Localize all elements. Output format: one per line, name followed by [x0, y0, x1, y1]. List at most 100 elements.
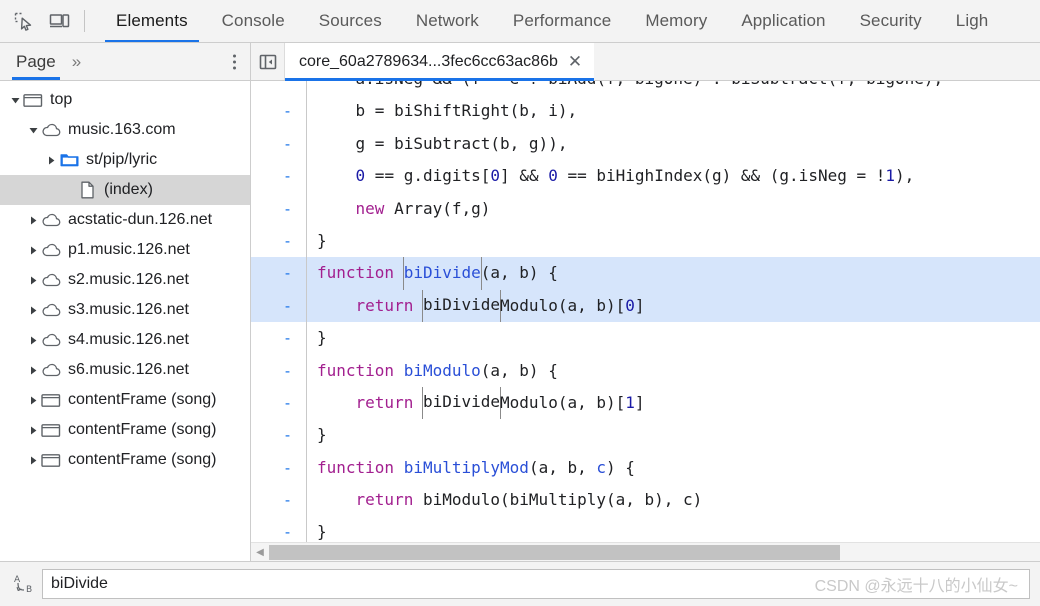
- editor-file-tab[interactable]: core_60a2789634...3fec6cc63ac86b ✕: [285, 43, 595, 81]
- close-icon[interactable]: ✕: [568, 53, 582, 70]
- tree-item[interactable]: contentFrame (song): [0, 445, 250, 475]
- code-token: return: [355, 490, 414, 510]
- line-marker[interactable]: -: [251, 81, 307, 96]
- tab-label: Sources: [318, 11, 382, 30]
- device-toolbar-icon[interactable]: [46, 8, 72, 34]
- code-token: }: [317, 425, 327, 445]
- line-marker[interactable]: -: [251, 160, 307, 193]
- tab-sources[interactable]: Sources: [302, 0, 399, 42]
- line-marker[interactable]: -: [251, 516, 307, 542]
- navigator-overflow-icon[interactable]: »: [71, 51, 82, 72]
- line-marker[interactable]: -: [251, 419, 307, 452]
- toolbar-icon-group: [0, 0, 99, 42]
- line-marker[interactable]: -: [251, 322, 307, 355]
- line-marker[interactable]: -: [251, 354, 307, 387]
- horizontal-scrollbar[interactable]: ◀: [251, 542, 1040, 561]
- tree-item-label: music.163.com: [68, 121, 176, 138]
- line-marker[interactable]: -: [251, 95, 307, 128]
- code-line: - return biDivide Modulo(a, b)[0]: [251, 289, 1040, 323]
- chevron-right-icon[interactable]: [26, 395, 40, 406]
- code-token: (a, b) {: [480, 360, 558, 380]
- tab-network[interactable]: Network: [399, 0, 496, 42]
- editor-search-bar: A B CSDN @永远十八的小仙女~: [0, 561, 1040, 606]
- scrollbar-track[interactable]: [269, 544, 1040, 560]
- code-token: a.isNeg && (f = e ? biAdd(f, bigOne) : b…: [317, 81, 944, 95]
- chevron-right-icon[interactable]: [26, 215, 40, 226]
- code-line: - 0 == g.digits[0] && 0 == biHighIndex(g…: [251, 160, 1040, 193]
- chevron-right-icon[interactable]: [26, 425, 40, 436]
- document-icon: [76, 181, 98, 199]
- tree-item[interactable]: s6.music.126.net: [0, 355, 250, 385]
- pretty-print-icon[interactable]: A B: [8, 569, 42, 599]
- line-marker[interactable]: -: [251, 257, 307, 290]
- tree-item[interactable]: p1.music.126.net: [0, 235, 250, 265]
- tree-item[interactable]: music.163.com: [0, 115, 250, 145]
- search-input[interactable]: [42, 569, 1030, 599]
- chevron-down-icon[interactable]: [26, 125, 40, 136]
- code-token: 0: [548, 166, 558, 186]
- code-line-text: return biDivide Modulo(a, b)[1]: [307, 386, 1040, 420]
- line-marker[interactable]: -: [251, 192, 307, 225]
- inspect-element-icon[interactable]: [10, 8, 36, 34]
- collapse-sidebar-icon[interactable]: [251, 43, 285, 80]
- chevron-right-icon[interactable]: [26, 245, 40, 256]
- tree-item[interactable]: st/pip/lyric: [0, 145, 250, 175]
- tree-item-label: s6.music.126.net: [68, 361, 189, 378]
- tree-item-label: s4.music.126.net: [68, 331, 189, 348]
- chevron-right-icon[interactable]: [26, 305, 40, 316]
- code-line-text: g = biSubtract(b, g)),: [307, 128, 1040, 160]
- tab-label: Memory: [645, 11, 708, 30]
- tab-security[interactable]: Security: [843, 0, 939, 42]
- code-token: Modulo(a, b)[: [500, 392, 626, 412]
- tree-item-label: contentFrame (song): [68, 421, 217, 438]
- tab-console[interactable]: Console: [205, 0, 302, 42]
- navigator-overflow-label: »: [71, 51, 82, 71]
- tab-elements[interactable]: Elements: [99, 0, 205, 42]
- line-marker[interactable]: -: [251, 484, 307, 517]
- line-marker[interactable]: -: [251, 127, 307, 161]
- tab-label: Application: [741, 11, 826, 30]
- tab-label: Security: [859, 11, 922, 30]
- line-marker[interactable]: -: [251, 386, 307, 420]
- more-options-icon[interactable]: [231, 52, 238, 71]
- tree-item-label: p1.music.126.net: [68, 241, 190, 258]
- code-viewer[interactable]: - a.isNeg && (f = e ? biAdd(f, bigOne) :…: [251, 81, 1040, 542]
- code-token: }: [317, 522, 327, 542]
- line-marker[interactable]: -: [251, 451, 307, 485]
- tree-item[interactable]: acstatic-dun.126.net: [0, 205, 250, 235]
- chevron-right-icon[interactable]: [26, 335, 40, 346]
- code-token: return: [355, 392, 414, 412]
- line-marker[interactable]: -: [251, 224, 307, 258]
- chevron-right-icon[interactable]: [44, 155, 58, 166]
- tree-item[interactable]: s2.music.126.net: [0, 265, 250, 295]
- tree-item[interactable]: contentFrame (song): [0, 415, 250, 445]
- chevron-down-icon[interactable]: [8, 95, 22, 106]
- page-file-tree[interactable]: top music.163.com st/pip/lyric (index) acsta…: [0, 81, 250, 561]
- code-token: Modulo(a, b)[: [500, 295, 626, 315]
- tree-item-label: st/pip/lyric: [86, 151, 158, 168]
- line-marker[interactable]: -: [251, 289, 307, 323]
- tab-lighthouse[interactable]: Ligh: [939, 0, 1006, 42]
- chevron-right-icon[interactable]: [26, 275, 40, 286]
- code-line-text: function biDivide (a, b) {: [307, 257, 1040, 290]
- scrollbar-thumb[interactable]: [269, 544, 840, 560]
- tree-item[interactable]: top: [0, 85, 250, 115]
- tree-item[interactable]: (index): [0, 175, 250, 205]
- scroll-left-arrow-icon[interactable]: ◀: [251, 547, 269, 558]
- code-line: - return biDivide Modulo(a, b)[1]: [251, 386, 1040, 420]
- code-lines: - a.isNeg && (f = e ? biAdd(f, bigOne) :…: [251, 81, 1040, 542]
- tab-application[interactable]: Application: [724, 0, 842, 42]
- tree-item[interactable]: s3.music.126.net: [0, 295, 250, 325]
- tree-item[interactable]: s4.music.126.net: [0, 325, 250, 355]
- chevron-right-icon[interactable]: [26, 365, 40, 376]
- tab-performance[interactable]: Performance: [496, 0, 628, 42]
- navigator-tab-page[interactable]: Page: [12, 43, 60, 80]
- chevron-right-icon[interactable]: [26, 455, 40, 466]
- code-token: ] &&: [500, 166, 549, 186]
- tree-item[interactable]: contentFrame (song): [0, 385, 250, 415]
- tab-memory[interactable]: Memory: [628, 0, 724, 42]
